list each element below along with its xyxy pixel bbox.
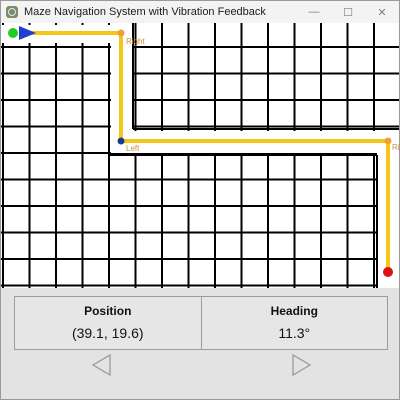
position-value: (39.1, 19.6) bbox=[71, 325, 144, 341]
close-button[interactable]: ✕ bbox=[365, 1, 399, 23]
app-icon bbox=[6, 6, 18, 18]
maze-grid bbox=[1, 23, 399, 288]
left-turn-marker bbox=[117, 137, 125, 145]
position-label: Position bbox=[84, 304, 132, 318]
window-controls: — ☐ ✕ bbox=[297, 1, 399, 23]
app-window: Maze Navigation System with Vibration Fe… bbox=[0, 0, 400, 400]
position-cell: Position (39.1, 19.6) bbox=[15, 297, 201, 349]
turn-label: Right bbox=[126, 37, 145, 46]
status-panel: Position (39.1, 19.6) Heading 11.3° bbox=[1, 288, 399, 399]
right-turn-marker bbox=[117, 29, 125, 37]
turn-right-button[interactable] bbox=[290, 354, 312, 376]
minimize-button[interactable]: — bbox=[297, 1, 331, 23]
turn-left-button[interactable] bbox=[91, 354, 113, 376]
turn-label: Ri bbox=[392, 143, 399, 152]
goal-marker bbox=[383, 267, 393, 277]
heading-label: Heading bbox=[270, 304, 318, 318]
heading-value: 11.3° bbox=[278, 325, 311, 341]
right-triangle-icon bbox=[292, 354, 312, 376]
turn-label: Left bbox=[126, 144, 140, 153]
title-bar: Maze Navigation System with Vibration Fe… bbox=[1, 1, 399, 23]
right-turn-marker bbox=[384, 137, 392, 145]
start-marker bbox=[8, 28, 18, 38]
left-triangle-icon bbox=[91, 354, 111, 376]
window-title: Maze Navigation System with Vibration Fe… bbox=[24, 6, 266, 18]
status-box: Position (39.1, 19.6) Heading 11.3° bbox=[14, 296, 388, 350]
heading-cell: Heading 11.3° bbox=[200, 297, 388, 349]
maze-svg: Right Left Ri bbox=[1, 23, 399, 288]
maximize-button[interactable]: ☐ bbox=[331, 1, 365, 23]
maze-canvas: Right Left Ri bbox=[1, 23, 399, 288]
